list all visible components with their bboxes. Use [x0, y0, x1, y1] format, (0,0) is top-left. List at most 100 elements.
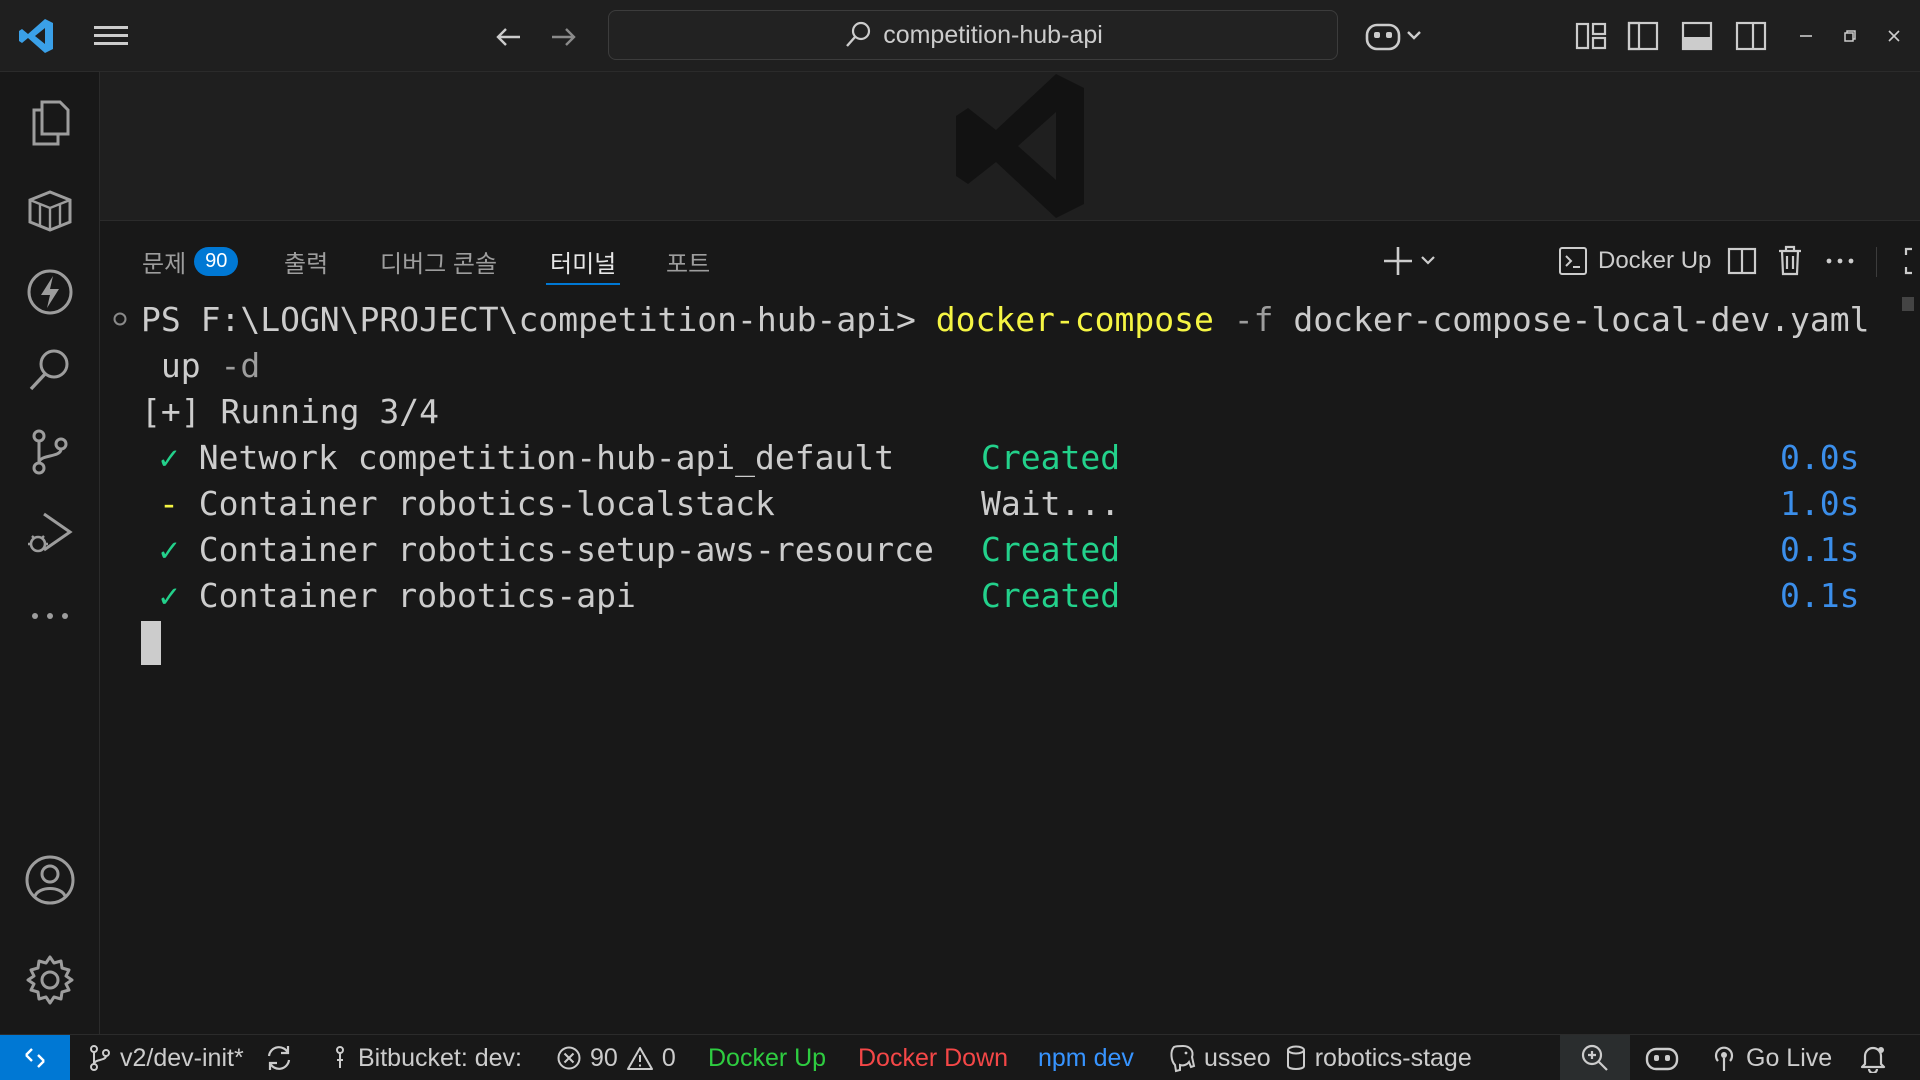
docker-up-button[interactable]: Docker Up: [708, 1035, 826, 1080]
npm-dev-button[interactable]: npm dev: [1038, 1035, 1134, 1080]
terminal-profile-label: Docker Up: [1598, 247, 1712, 274]
tab-label: 포트: [666, 250, 711, 278]
zoom-in-icon: [1581, 1044, 1608, 1071]
back-arrow-icon[interactable]: [492, 20, 526, 54]
terminal-up-arg: up: [141, 346, 201, 385]
command-decoration-icon: [113, 312, 127, 326]
row-text: Container robotics-localstack: [198, 484, 775, 523]
search-icon[interactable]: [22, 342, 78, 398]
terminal-profile-docker-up[interactable]: Docker Up: [1558, 241, 1711, 281]
error-icon: [557, 1046, 581, 1070]
customize-layout-icon[interactable]: [1574, 18, 1608, 54]
db-user: usseo: [1204, 1043, 1271, 1072]
split-terminal-icon[interactable]: [1726, 241, 1758, 281]
toggle-primary-sidebar-icon[interactable]: [1626, 18, 1660, 54]
title-bar: competition-hub-api: [0, 0, 1920, 72]
command-center-search[interactable]: competition-hub-api: [608, 10, 1338, 60]
new-terminal-icon[interactable]: [1382, 241, 1442, 281]
command-center-label: competition-hub-api: [883, 20, 1103, 49]
vscode-watermark-icon: [956, 74, 1084, 218]
pending-mark: -: [159, 484, 179, 523]
tab-output[interactable]: 출력: [284, 241, 328, 281]
restore-icon[interactable]: [1836, 22, 1864, 50]
settings-gear-icon[interactable]: [22, 952, 78, 1008]
db-connection-name: robotics-stage: [1314, 1043, 1472, 1072]
close-window-icon[interactable]: [1880, 22, 1908, 50]
git-branch-icon: [90, 1045, 110, 1071]
search-icon: [846, 21, 871, 47]
database-icon: [1286, 1045, 1305, 1070]
go-live-button[interactable]: Go Live: [1710, 1035, 1832, 1080]
tab-label: 터미널: [550, 250, 617, 278]
terminal-output[interactable]: PS F:\LOGN\PROJECT\competition-hub-api> …: [100, 297, 1900, 1027]
explorer-icon[interactable]: [22, 94, 78, 150]
forward-arrow-icon[interactable]: [546, 20, 580, 54]
row-time: 1.0s: [1780, 484, 1860, 523]
copilot-status-icon[interactable]: [1644, 1043, 1680, 1073]
tab-label: 문제: [142, 250, 187, 278]
check-mark: ✓: [159, 530, 179, 569]
terminal-file-arg: docker-compose-local-dev.yaml: [1293, 300, 1870, 339]
terminal-running-status: [+] Running 3/4: [141, 392, 440, 431]
row-text: Container robotics-api: [198, 576, 636, 615]
terminal-scrollbar[interactable]: [1902, 297, 1914, 311]
vscode-logo-icon: [19, 19, 53, 53]
row-time: 0.0s: [1780, 438, 1860, 477]
docker-down-button[interactable]: Docker Down: [858, 1035, 1008, 1080]
sync-icon[interactable]: [264, 1043, 294, 1073]
database-connection-status[interactable]: usseo robotics-stage: [1168, 1035, 1472, 1080]
toolbar-divider: [1876, 247, 1877, 277]
kill-terminal-trash-icon[interactable]: [1774, 241, 1806, 281]
row-status: Wait...: [981, 484, 1121, 523]
tab-label: 디버그 콘솔: [380, 250, 498, 278]
remote-explorer-icon[interactable]: [22, 182, 78, 238]
postgresql-elephant-icon: [1170, 1044, 1196, 1073]
go-live-label: Go Live: [1746, 1043, 1833, 1072]
terminal-cursor: [141, 621, 161, 665]
bitbucket-status[interactable]: Bitbucket: dev:: [330, 1035, 522, 1080]
copilot-icon[interactable]: [1364, 16, 1430, 56]
maximize-panel-icon[interactable]: [1902, 241, 1920, 281]
terminal-command-line: PS F:\LOGN\PROJECT\competition-hub-api> …: [141, 297, 1870, 343]
tab-label: 출력: [284, 250, 329, 278]
row-text: Container robotics-setup-aws-resource: [198, 530, 934, 569]
row-text: Network competition-hub-api_default: [198, 438, 895, 477]
problems-status[interactable]: 90 0: [556, 1035, 676, 1080]
run-and-debug-icon[interactable]: [22, 504, 78, 560]
broadcast-icon: [1714, 1046, 1734, 1071]
accounts-icon[interactable]: [22, 852, 78, 908]
source-control-icon[interactable]: [22, 424, 78, 480]
row-status: Created: [981, 576, 1121, 615]
row-time: 0.1s: [1780, 530, 1860, 569]
row-time: 0.1s: [1780, 576, 1860, 615]
more-actions-icon[interactable]: [1822, 241, 1858, 281]
terminal-row: ✓ Network competition-hub-api_default: [159, 435, 894, 481]
terminal-row: - Container robotics-localstack: [159, 481, 775, 527]
terminal-prompt: PS F:\LOGN\PROJECT\competition-hub-api>: [141, 300, 936, 339]
terminal-row: ✓ Container robotics-api: [159, 573, 636, 619]
remote-indicator[interactable]: [0, 1035, 70, 1080]
tab-terminal[interactable]: 터미널: [545, 241, 621, 285]
minimize-icon[interactable]: [1792, 22, 1820, 50]
tab-ports[interactable]: 포트: [666, 241, 710, 281]
notifications-bell-icon[interactable]: [1858, 1043, 1888, 1073]
bitbucket-label: Bitbucket: dev:: [358, 1043, 522, 1072]
hamburger-menu-icon[interactable]: [92, 22, 132, 50]
branch-name: v2/dev-init*: [120, 1043, 244, 1072]
more-views-icon[interactable]: [22, 588, 78, 644]
zoom-button[interactable]: [1560, 1035, 1630, 1080]
row-status: Created: [981, 438, 1121, 477]
toggle-panel-icon[interactable]: [1680, 18, 1714, 54]
toggle-secondary-sidebar-icon[interactable]: [1734, 18, 1768, 54]
git-branch[interactable]: v2/dev-init*: [88, 1035, 244, 1080]
thunder-client-icon[interactable]: [22, 264, 78, 320]
check-mark: ✓: [159, 438, 179, 477]
bottom-panel: 문제 90 출력 디버그 콘솔 터미널 포트 Docker Up PS F:\L…: [100, 220, 1920, 1034]
editor-area: [100, 72, 1920, 220]
pull-request-icon: [336, 1046, 344, 1068]
activity-bar: [0, 72, 100, 1034]
tab-problems[interactable]: 문제 90: [142, 241, 239, 281]
terminal-row: ✓ Container robotics-setup-aws-resource: [159, 527, 934, 573]
tab-debug-console[interactable]: 디버그 콘솔: [380, 241, 497, 281]
terminal-icon: [1559, 247, 1587, 275]
